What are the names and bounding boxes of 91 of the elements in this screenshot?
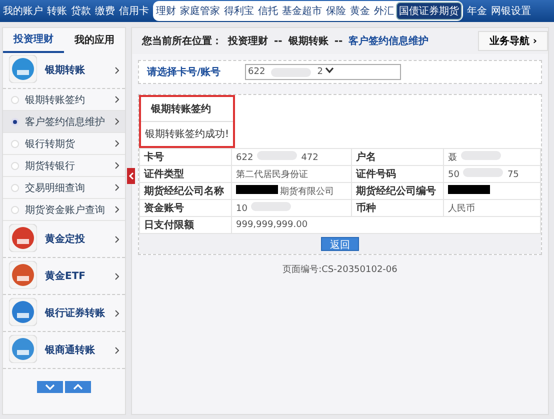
radio-button[interactable] bbox=[11, 96, 19, 104]
redaction-bar bbox=[448, 185, 490, 194]
nav-link[interactable]: 年金 bbox=[465, 4, 489, 18]
radio-button[interactable] bbox=[11, 140, 19, 148]
sidebar-item[interactable]: 银行证券转账 bbox=[45, 306, 107, 320]
nav-tab[interactable]: 黄金 bbox=[348, 3, 372, 19]
nav-link[interactable]: 信用卡 bbox=[117, 4, 151, 18]
app-icon bbox=[9, 54, 37, 86]
submenu-item[interactable]: 交易明细查询 bbox=[25, 180, 109, 194]
chevron-icon bbox=[115, 236, 119, 242]
value-text: 999,999,999.00 bbox=[236, 220, 308, 230]
nav-tab[interactable]: 外汇 bbox=[372, 3, 396, 19]
scroll-down-button[interactable] bbox=[37, 381, 63, 393]
collapse-handle[interactable] bbox=[127, 168, 135, 184]
result-title: 银期转账签约 bbox=[141, 97, 234, 122]
chevron-icon bbox=[115, 118, 119, 125]
radio-button[interactable] bbox=[11, 206, 19, 214]
sidebar-item[interactable]: 银期转账 bbox=[45, 63, 107, 77]
detail-label: 期货经纪公司名称 bbox=[140, 182, 232, 200]
sidebar-item[interactable]: 黄金ETF bbox=[45, 269, 107, 283]
app-icon bbox=[9, 260, 37, 292]
field-label: 请选择卡号/账号 bbox=[147, 66, 222, 79]
app-icon bbox=[9, 334, 37, 366]
chevron-icon bbox=[115, 140, 119, 147]
chevron-icon bbox=[115, 272, 119, 280]
chevron-icon bbox=[115, 346, 119, 354]
breadcrumb-separator: -- bbox=[274, 36, 282, 46]
breadcrumb-item[interactable]: 投资理财 bbox=[228, 34, 268, 48]
chevron-icon bbox=[115, 310, 119, 316]
submenu-item[interactable]: 银期转账签约 bbox=[25, 92, 109, 106]
back-button[interactable]: 返回 bbox=[321, 237, 359, 251]
chevron-icon bbox=[115, 96, 119, 103]
nav-link[interactable]: 网银设置 bbox=[489, 4, 533, 18]
scroll-up-button[interactable] bbox=[65, 381, 91, 393]
chevron-icon bbox=[115, 162, 119, 169]
app-icon bbox=[9, 298, 37, 328]
value-text: 50 bbox=[448, 170, 460, 180]
detail-label: 证件号码 bbox=[352, 166, 444, 182]
radio-button[interactable] bbox=[11, 184, 19, 192]
chevron-up-icon bbox=[72, 382, 84, 392]
account-dropdown[interactable]: 622 2 bbox=[245, 64, 401, 80]
nav-link[interactable]: 我的账户 bbox=[1, 4, 45, 18]
page-code: 页面编号:CS-20350102-06 bbox=[282, 264, 398, 276]
value-text: 人民币 bbox=[448, 204, 475, 214]
nav-link[interactable]: 缴费 bbox=[93, 4, 117, 18]
result-message: 银期转账签约成功! bbox=[144, 128, 230, 142]
detail-label: 资金账号 bbox=[140, 200, 232, 216]
detail-label: 期货经纪公司编号 bbox=[352, 182, 444, 200]
breadcrumb-item[interactable]: 银期转账 bbox=[288, 34, 328, 48]
chevron-down-icon bbox=[44, 382, 56, 392]
chevron-icon bbox=[115, 184, 119, 191]
value-text: 10 bbox=[236, 204, 248, 214]
nav-link[interactable]: 贷款 bbox=[69, 4, 93, 18]
nav-tab[interactable]: 信托 bbox=[256, 3, 280, 19]
value-text: 2 bbox=[317, 67, 323, 77]
blurred-area bbox=[461, 150, 501, 160]
nav-link[interactable]: 转账 bbox=[45, 4, 69, 18]
breadcrumb-separator: -- bbox=[334, 36, 343, 46]
breadcrumb-label: 您当前所在位置： bbox=[142, 34, 222, 48]
sidebar-tab[interactable]: 我的应用 bbox=[64, 28, 125, 52]
submenu-item[interactable]: 期货资金账户查询 bbox=[25, 202, 109, 216]
radio-button[interactable] bbox=[11, 118, 19, 126]
chevron-icon bbox=[115, 66, 119, 74]
sidebar-tab[interactable]: 投资理财 bbox=[3, 27, 64, 53]
value-text: 聂 bbox=[448, 152, 457, 162]
detail-label: 户名 bbox=[352, 148, 444, 166]
submenu-item[interactable]: 银行转期货 bbox=[25, 136, 109, 150]
sidebar-item[interactable]: 黄金定投 bbox=[45, 232, 107, 246]
app-icon bbox=[9, 224, 37, 254]
value-text: 期货有限公司 bbox=[280, 186, 334, 196]
value-text: 472 bbox=[301, 153, 318, 163]
radio-button[interactable] bbox=[11, 162, 19, 170]
chevron-icon bbox=[115, 206, 119, 213]
value-text: 第二代居民身份证 bbox=[236, 170, 308, 180]
nav-tab[interactable]: 家庭管家 bbox=[178, 3, 222, 19]
detail-label: 币种 bbox=[352, 200, 444, 216]
value-text: 622 bbox=[248, 67, 266, 77]
nav-tab[interactable]: 理财 bbox=[154, 3, 178, 19]
value-text: 622 bbox=[236, 153, 254, 163]
submenu-item[interactable]: 期货转银行 bbox=[25, 158, 109, 172]
value-text: 75 bbox=[507, 170, 519, 180]
nav-tab[interactable]: 得利宝 bbox=[222, 3, 256, 19]
sidebar-item[interactable]: 银商通转账 bbox=[45, 343, 107, 357]
redaction-bar bbox=[236, 184, 278, 194]
breadcrumb-item: 客户签约信息维护 bbox=[348, 34, 429, 48]
detail-label: 卡号 bbox=[140, 148, 232, 166]
guide-button[interactable]: 业务导航 › bbox=[478, 31, 548, 51]
nav-tab[interactable]: 基金超市 bbox=[280, 3, 324, 19]
nav-tab[interactable]: 国债证券期货 bbox=[396, 2, 462, 20]
detail-label: 证件类型 bbox=[140, 166, 232, 182]
nav-tab[interactable]: 保险 bbox=[324, 3, 348, 19]
